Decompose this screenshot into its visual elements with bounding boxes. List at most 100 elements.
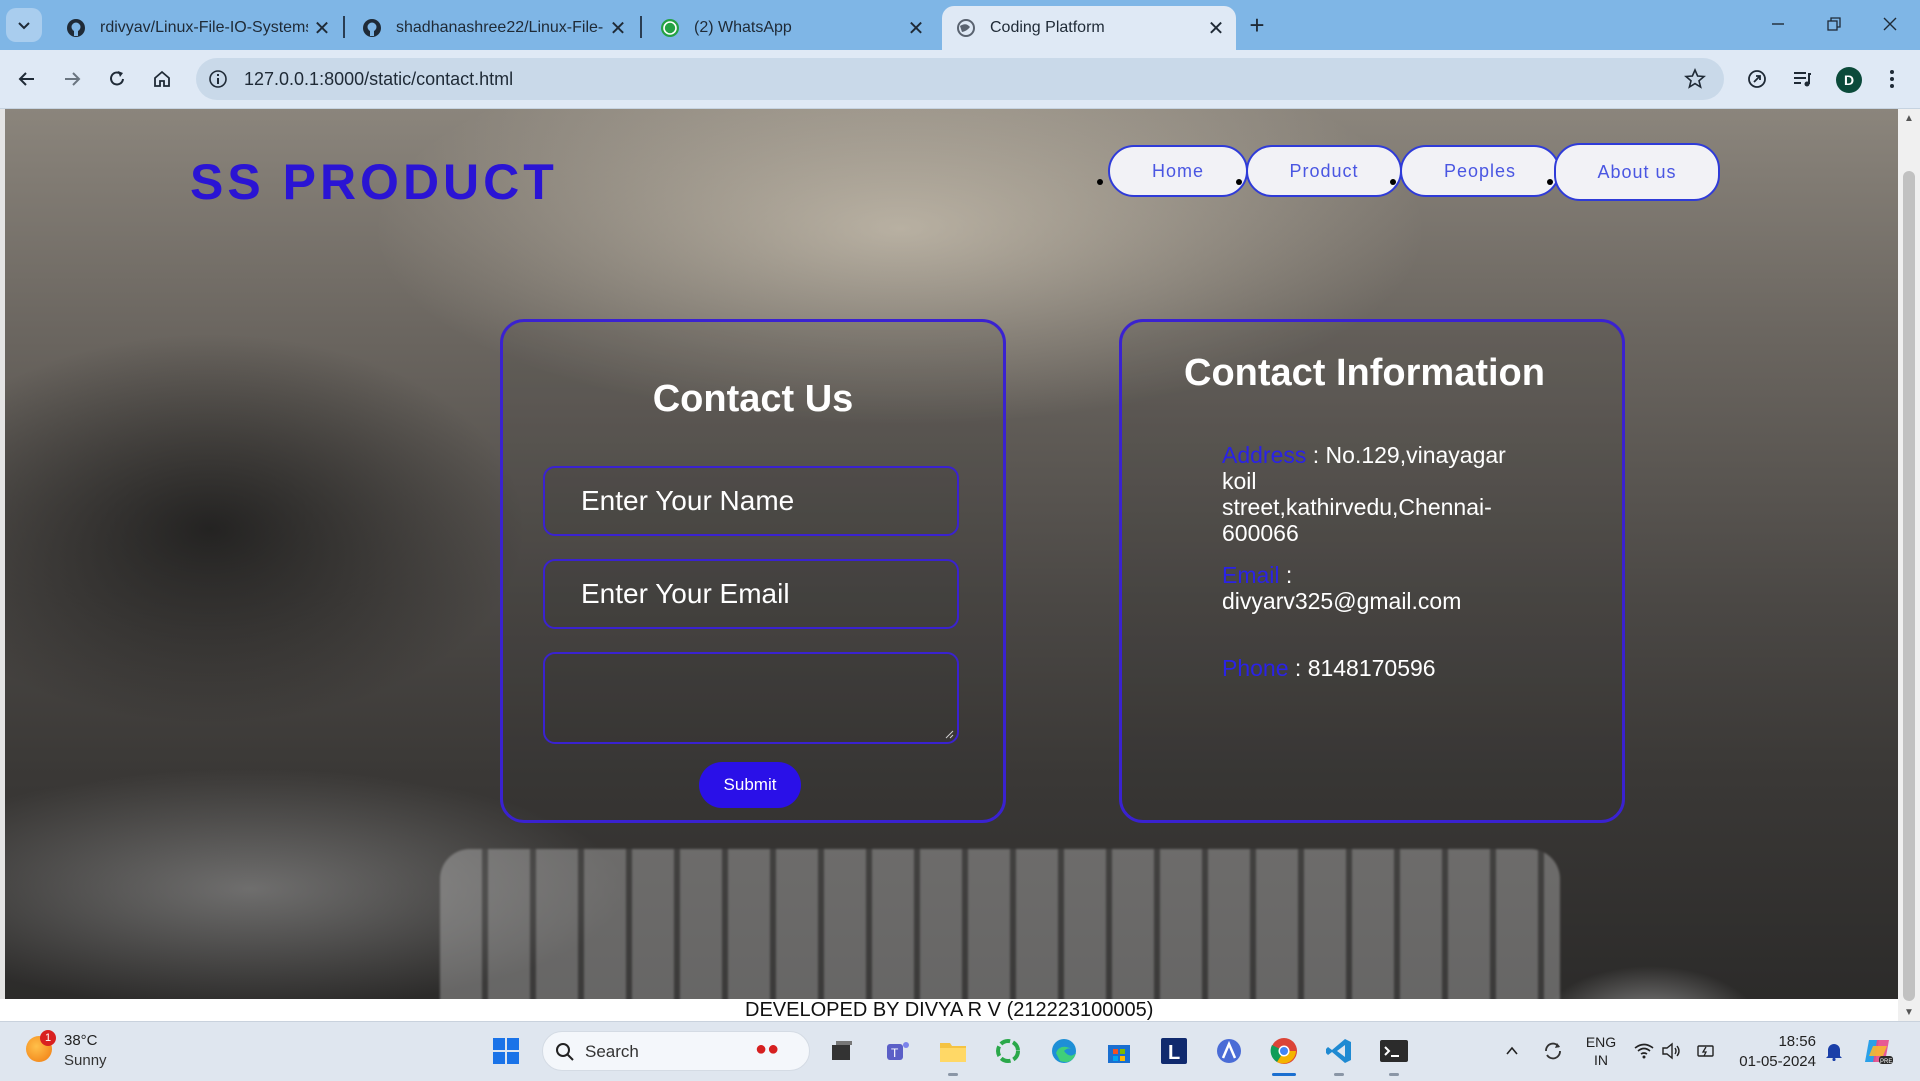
start-button[interactable]: [490, 1035, 522, 1067]
terminal-app[interactable]: [1378, 1035, 1410, 1067]
teams-app[interactable]: T: [882, 1035, 914, 1067]
nav-peoples[interactable]: Peoples: [1400, 145, 1560, 197]
browser-menu-button[interactable]: [1875, 62, 1909, 96]
close-tab-icon[interactable]: ✕: [604, 14, 632, 42]
profile-avatar[interactable]: D: [1836, 67, 1862, 93]
tab-search-button[interactable]: [6, 8, 42, 42]
playlist-icon: [1794, 72, 1811, 87]
page-footer: DEVELOPED BY DIVYA R V (212223100005): [0, 999, 1898, 1021]
tab-title: (2) WhatsApp: [694, 19, 792, 36]
restore-icon: [1827, 17, 1841, 31]
scroll-up-arrow-icon[interactable]: ▲: [1904, 113, 1914, 124]
vscode-app[interactable]: [1323, 1035, 1355, 1067]
battery-status[interactable]: [1694, 1035, 1718, 1067]
github-icon: [360, 16, 384, 40]
notifications-button[interactable]: [1820, 1035, 1848, 1067]
phone-label: Phone: [1222, 655, 1289, 681]
chrome-icon: [1270, 1038, 1297, 1064]
close-window-button[interactable]: [1862, 4, 1918, 44]
tab-separator: [640, 16, 642, 38]
triangle-a-icon: [1217, 1039, 1241, 1063]
triangle-app[interactable]: [1213, 1035, 1245, 1067]
home-button[interactable]: [145, 62, 179, 96]
nav-bullet: [1547, 179, 1553, 185]
back-button[interactable]: [10, 62, 44, 96]
running-indicator: [1389, 1073, 1399, 1076]
extension-icon: [1748, 70, 1766, 88]
edge-app[interactable]: [1048, 1035, 1080, 1067]
email-value: divyarv325@gmail.com: [1222, 588, 1462, 614]
submit-button[interactable]: Submit: [699, 762, 801, 808]
nav-bullet: [1097, 179, 1103, 185]
contact-form-title: Contact Us: [652, 378, 854, 420]
speaker-icon: [1662, 1042, 1680, 1060]
background-keyboard-image: [440, 849, 1560, 999]
tab-title: shadhanashree22/Linux-File-IO: [396, 19, 604, 36]
store-app[interactable]: [1103, 1035, 1135, 1067]
nav-about-us[interactable]: About us: [1554, 143, 1720, 201]
close-tab-icon[interactable]: ✕: [1202, 14, 1230, 42]
copilot-icon: PRE: [1865, 1040, 1893, 1065]
tab-title: Coding Platform: [990, 19, 1105, 36]
taskbar-search[interactable]: Search ●●: [542, 1031, 810, 1071]
tab-title: rdivyav/Linux-File-IO-Systems-I: [100, 19, 308, 36]
new-tab-button[interactable]: +: [1240, 8, 1274, 42]
tab-separator: [343, 16, 345, 38]
tray-overflow-button[interactable]: [1496, 1035, 1528, 1067]
arrow-right-icon: [65, 72, 81, 86]
tab-shadhanashree[interactable]: shadhanashree22/Linux-File-IO ✕: [348, 6, 638, 50]
system-clock[interactable]: 18:56 01-05-2024: [1736, 1032, 1816, 1072]
forward-button[interactable]: [55, 62, 89, 96]
bookmark-star-icon[interactable]: [1680, 64, 1710, 94]
phone-value: 8148170596: [1307, 655, 1436, 681]
strawberry-icon: ●●: [755, 1038, 780, 1060]
arrow-left-icon: [18, 72, 34, 86]
wifi-status[interactable]: [1632, 1035, 1656, 1067]
task-view-button[interactable]: [826, 1035, 858, 1067]
terminal-icon: [1380, 1040, 1408, 1062]
region-code: IN: [1594, 1052, 1608, 1068]
scroll-down-arrow-icon[interactable]: ▼: [1904, 1007, 1914, 1018]
url-text[interactable]: 127.0.0.1:8000/static/contact.html: [244, 69, 1680, 90]
home-icon: [154, 70, 170, 87]
wifi-icon: [1634, 1043, 1654, 1059]
language-indicator[interactable]: ENG IN: [1580, 1033, 1622, 1069]
tab-rdivyav[interactable]: rdivyav/Linux-File-IO-Systems-I ✕: [52, 6, 342, 50]
running-indicator: [1334, 1073, 1344, 1076]
email-block: Email : divyarv325@gmail.com: [1222, 562, 1462, 614]
sync-tray-button[interactable]: [1537, 1035, 1569, 1067]
resize-handle-icon[interactable]: [944, 729, 954, 739]
close-icon: [1883, 17, 1897, 31]
weather-temperature[interactable]: 38°C: [64, 1032, 98, 1049]
l-app[interactable]: L: [1158, 1035, 1190, 1067]
message-textarea[interactable]: [543, 652, 959, 744]
weather-description[interactable]: Sunny: [64, 1052, 107, 1069]
minimize-button[interactable]: [1750, 4, 1806, 44]
nav-home[interactable]: Home: [1108, 145, 1248, 197]
file-explorer-app[interactable]: [937, 1035, 969, 1067]
page-scrollbar[interactable]: ▲ ▼: [1898, 109, 1920, 1021]
nav-product[interactable]: Product: [1246, 145, 1402, 197]
scrollbar-thumb[interactable]: [1903, 171, 1915, 1001]
reload-button[interactable]: [100, 62, 134, 96]
brand-logo[interactable]: SS PRODUCT: [190, 153, 558, 211]
copilot-button[interactable]: PRE: [1862, 1035, 1894, 1067]
extension-button[interactable]: [1740, 62, 1774, 96]
tab-whatsapp[interactable]: (2) WhatsApp ✕: [646, 6, 936, 50]
address-bar[interactable]: 127.0.0.1:8000/static/contact.html: [196, 58, 1724, 100]
tab-coding-platform[interactable]: Coding Platform ✕: [942, 6, 1236, 50]
chrome-app[interactable]: [1268, 1035, 1300, 1067]
volume-status[interactable]: [1660, 1035, 1684, 1067]
close-tab-icon[interactable]: ✕: [308, 14, 336, 42]
media-control-button[interactable]: [1785, 62, 1819, 96]
windows-logo-icon: [493, 1038, 519, 1064]
teams-icon: T: [887, 1042, 909, 1060]
email-input[interactable]: Enter Your Email: [543, 559, 959, 629]
name-input[interactable]: Enter Your Name: [543, 466, 959, 536]
nav-bullet: [1236, 179, 1242, 185]
site-info-icon[interactable]: [206, 67, 230, 91]
windows-taskbar: 1 38°C Sunny Search ●● T L ENG IN 18:56 …: [0, 1021, 1920, 1081]
refresh-app[interactable]: [992, 1035, 1024, 1067]
close-tab-icon[interactable]: ✕: [902, 14, 930, 42]
restore-button[interactable]: [1806, 4, 1862, 44]
